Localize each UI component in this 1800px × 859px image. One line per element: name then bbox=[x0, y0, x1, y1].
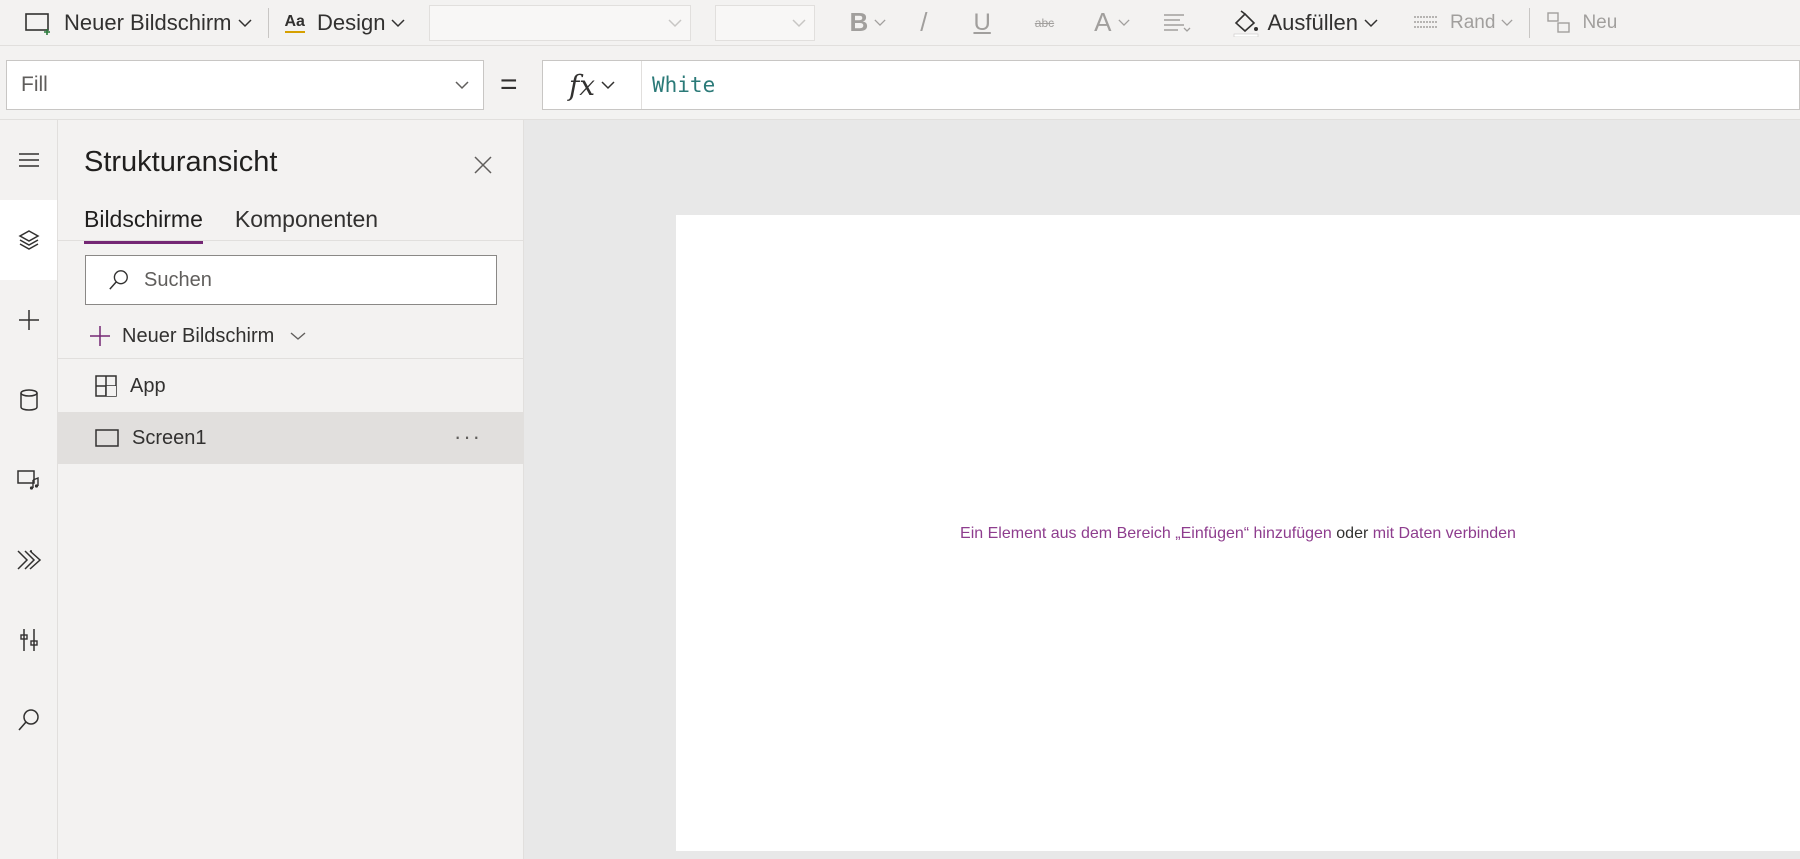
pane-title: Strukturansicht bbox=[84, 146, 278, 178]
fill-label: Ausfüllen bbox=[1267, 9, 1359, 35]
border-button[interactable]: Rand bbox=[1402, 0, 1523, 46]
chevron-down-icon bbox=[792, 18, 806, 27]
app-icon bbox=[95, 375, 117, 397]
fx-button[interactable]: fx bbox=[543, 61, 642, 109]
rail-tree-view-button[interactable] bbox=[0, 200, 57, 280]
toolbar-divider bbox=[1529, 7, 1531, 38]
property-value: Fill bbox=[21, 73, 48, 96]
new-item-button[interactable]: Neu bbox=[1536, 0, 1627, 46]
chevron-down-icon bbox=[290, 332, 306, 340]
font-color-label: A bbox=[1094, 7, 1112, 37]
chevron-down-icon bbox=[391, 18, 405, 27]
pane-new-screen-button[interactable]: Neuer Bildschirm bbox=[88, 316, 306, 356]
strikethrough-label: abc bbox=[1034, 15, 1055, 30]
text-align-button[interactable] bbox=[1152, 0, 1202, 46]
menu-icon bbox=[18, 153, 39, 167]
advanced-tools-icon bbox=[19, 629, 38, 651]
empty-canvas-hint: Ein Element aus dem Bereich „Einfügen“ h… bbox=[676, 525, 1800, 543]
tree-search-input[interactable] bbox=[142, 267, 476, 293]
chevron-down-icon bbox=[1501, 19, 1514, 26]
tree-item-screen1[interactable]: Screen1 ··· bbox=[58, 412, 523, 464]
formula-bar: Fill = fx White bbox=[0, 46, 1800, 120]
tree-search-box bbox=[85, 255, 497, 305]
new-item-label: Neu bbox=[1582, 11, 1618, 33]
rail-media-button[interactable] bbox=[0, 440, 57, 520]
font-size-dropdown[interactable] bbox=[715, 4, 816, 41]
insert-element-link[interactable]: Ein Element aus dem Bereich „Einfügen“ h… bbox=[960, 525, 1332, 542]
tab-components[interactable]: Komponenten bbox=[235, 206, 378, 244]
new-screen-button[interactable]: Neuer Bildschirm bbox=[0, 0, 262, 46]
font-color-button[interactable]: A bbox=[1084, 0, 1139, 46]
rail-power-automate-button[interactable] bbox=[0, 520, 57, 600]
equals-sign: = bbox=[500, 68, 518, 101]
chevron-down-icon bbox=[668, 18, 682, 27]
fx-label: fx bbox=[568, 68, 596, 102]
chevron-down-icon bbox=[237, 18, 252, 27]
media-icon bbox=[16, 470, 39, 490]
bold-button[interactable]: B bbox=[839, 0, 896, 46]
italic-button[interactable]: / bbox=[910, 0, 937, 46]
data-icon bbox=[19, 389, 38, 411]
strikethrough-button[interactable]: abc bbox=[1025, 0, 1064, 46]
formula-input-box: fx White bbox=[542, 60, 1800, 110]
chevron-down-icon bbox=[601, 81, 615, 90]
paint-bucket-icon bbox=[1233, 9, 1258, 37]
command-bar: Neuer Bildschirm Aa Design B / U abc A A… bbox=[0, 0, 1800, 46]
design-label: Design bbox=[316, 9, 386, 35]
list-divider bbox=[58, 358, 523, 359]
power-automate-icon bbox=[16, 550, 41, 570]
italic-label: / bbox=[920, 7, 928, 37]
design-icon: Aa bbox=[284, 13, 305, 33]
new-screen-icon bbox=[25, 12, 50, 35]
rail-advanced-tools-button[interactable] bbox=[0, 600, 57, 680]
new-screen-label: Neuer Bildschirm bbox=[64, 9, 232, 35]
font-family-dropdown[interactable] bbox=[429, 4, 692, 41]
tree-item-label: App bbox=[130, 374, 166, 397]
tree-item-app[interactable]: App bbox=[58, 360, 523, 412]
close-pane-button[interactable] bbox=[466, 148, 500, 182]
hint-or: oder bbox=[1336, 525, 1369, 542]
search-icon bbox=[109, 270, 128, 290]
fill-button[interactable]: Ausfüllen bbox=[1222, 0, 1389, 46]
formula-input[interactable]: White bbox=[642, 73, 715, 97]
left-rail bbox=[0, 120, 58, 859]
align-left-icon bbox=[1163, 13, 1190, 32]
tree-view-pane: Strukturansicht Bildschirme Komponenten … bbox=[58, 120, 524, 859]
tree-view-icon bbox=[17, 230, 40, 250]
more-options-button[interactable]: ··· bbox=[454, 424, 482, 450]
add-icon bbox=[90, 326, 110, 346]
search-icon bbox=[17, 709, 39, 731]
close-icon bbox=[474, 156, 492, 174]
rail-menu-button[interactable] bbox=[0, 120, 57, 200]
border-icon bbox=[1414, 15, 1439, 28]
chevron-down-icon bbox=[1364, 18, 1378, 27]
chevron-down-icon bbox=[455, 81, 469, 90]
toolbar-divider bbox=[267, 7, 269, 38]
bold-label: B bbox=[849, 7, 869, 37]
group-icon bbox=[1547, 11, 1571, 33]
connect-data-link[interactable]: mit Daten verbinden bbox=[1373, 525, 1516, 542]
rail-data-button[interactable] bbox=[0, 360, 57, 440]
pane-tabs: Bildschirme Komponenten bbox=[84, 206, 378, 244]
screen-icon bbox=[95, 429, 119, 447]
rail-insert-button[interactable] bbox=[0, 280, 57, 360]
underline-label: U bbox=[973, 8, 991, 36]
design-button[interactable]: Aa Design bbox=[275, 0, 416, 46]
tab-screens[interactable]: Bildschirme bbox=[84, 206, 203, 244]
tab-divider bbox=[58, 240, 523, 241]
chevron-down-icon bbox=[874, 19, 886, 26]
rail-search-button[interactable] bbox=[0, 680, 57, 760]
screen-canvas[interactable]: Ein Element aus dem Bereich „Einfügen“ h… bbox=[676, 215, 1800, 851]
canvas-area: Ein Element aus dem Bereich „Einfügen“ h… bbox=[524, 120, 1800, 859]
chevron-down-icon bbox=[1117, 19, 1130, 26]
insert-icon bbox=[18, 310, 39, 330]
property-dropdown[interactable]: Fill bbox=[6, 60, 484, 110]
tree-item-label: Screen1 bbox=[132, 426, 207, 449]
border-label: Rand bbox=[1450, 11, 1496, 33]
pane-new-screen-label: Neuer Bildschirm bbox=[122, 324, 275, 347]
underline-button[interactable]: U bbox=[963, 0, 1000, 46]
